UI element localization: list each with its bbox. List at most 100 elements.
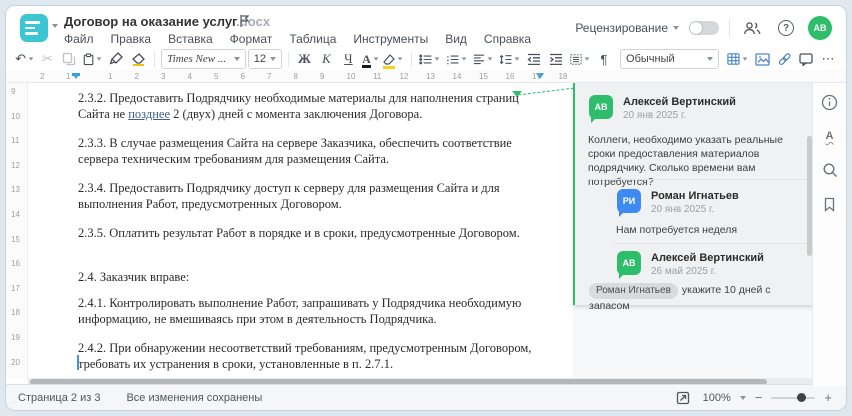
decrease-indent-button[interactable] [524,49,544,69]
ruler-number: 9 [11,87,16,96]
menu-table[interactable]: Таблица [289,32,336,46]
user-avatar[interactable]: АВ [808,16,832,40]
vertical-ruler[interactable]: 9 10 11 12 13 14 15 16 17 18 19 20 [6,83,28,379]
tracked-change-text[interactable]: позднее [128,107,170,121]
ruler-number: 18 [11,308,20,318]
ruler-number: 9 [320,72,325,81]
ruler-number: 12 [399,72,409,81]
menu-insert[interactable]: Вставка [168,32,213,46]
zoom-in-button[interactable]: + [824,390,832,405]
bullet-list-button[interactable] [417,49,442,69]
cut-button[interactable]: ✂ [37,49,57,69]
menu-view[interactable]: Вид [445,32,467,46]
fit-width-icon[interactable] [672,387,694,409]
insert-image-button[interactable] [752,49,772,69]
paragraph-2-4-2[interactable]: 2.4.2. При обнаружении несоответствий тр… [78,340,541,372]
bookmark-icon[interactable] [819,193,841,215]
font-family-select[interactable]: Times New ... [161,49,246,69]
paragraph-style-select[interactable]: Обычный [620,49,720,69]
indent-marker-left[interactable] [72,73,80,79]
menu-bar: Файл Правка Вставка Формат Таблица Инстр… [64,32,531,46]
insert-table-button[interactable] [725,49,750,69]
help-icon[interactable]: ? [774,16,798,40]
comment-thread[interactable]: АВ Алексей Вертинский 20 янв 2025 г. Кол… [573,83,818,312]
ruler-number: 2 [40,72,45,81]
copy-button[interactable] [59,49,79,69]
clear-style-button[interactable] [128,49,148,69]
format-painter-button[interactable] [106,49,126,69]
numbered-list-button[interactable] [444,49,469,69]
paragraph-2-4[interactable]: 2.4. Заказчик вправе: [78,269,541,285]
zoom-level[interactable]: 100% [703,392,731,404]
ruler-number: 11 [373,72,382,81]
ruler-number: 15 [479,72,488,81]
horizontal-ruler[interactable]: 2 1 1 2 3 4 5 6 7 8 9 10 11 12 13 14 15 16 17 18 [6,70,846,83]
highlight-color-button[interactable] [382,49,404,69]
review-toggle[interactable] [689,21,719,35]
menu-help[interactable]: Справка [484,32,531,46]
review-chevron-down-icon [673,26,679,30]
ruler-number: 4 [187,72,192,81]
font-color-button[interactable]: А [360,49,380,69]
paragraph-2-4-1[interactable]: 2.4.1. Контролировать выполнение Работ, … [78,295,541,327]
comment-text: Коллеги, необходимо указать реальные сро… [588,134,783,188]
menu-format[interactable]: Формат [230,32,273,46]
search-icon[interactable] [819,159,841,181]
insert-link-button[interactable] [774,49,794,69]
insert-comment-button[interactable] [796,49,816,69]
italic-button[interactable]: К [316,49,336,69]
zoom-slider-thumb[interactable] [796,393,806,402]
comment-divider [587,179,810,180]
menu-edit[interactable]: Правка [111,32,152,46]
ruler-number: 2 [134,72,139,81]
line-spacing-button[interactable] [497,49,522,69]
font-family-value: Times New ... [167,53,227,65]
document-info-icon[interactable] [819,91,841,113]
bold-button[interactable]: Ж [294,49,314,69]
document-text[interactable]: 2.3.2. Предоставить Подрядчику необходим… [78,90,541,385]
ruler-number: 11 [11,136,20,146]
paragraph-2-3-3[interactable]: 2.3.3. В случае размещения Сайта на серв… [78,135,541,167]
zoom-chevron-down-icon[interactable] [739,395,746,400]
paragraph-2-3-4[interactable]: 2.3.4. Предоставить Подрядчику доступ к … [78,180,541,212]
comments-panel: АВ Алексей Вертинский 20 янв 2025 г. Кол… [573,83,818,386]
more-tools-button[interactable]: ⋯ [818,49,838,69]
comment-date: 20 янв 2025 г. [623,110,687,121]
align-button[interactable] [471,49,495,69]
paragraph-2-3-2[interactable]: 2.3.2. Предоставить Подрядчику необходим… [78,90,541,122]
ruler-number: 20 [11,357,20,367]
increase-indent-button[interactable] [546,49,566,69]
document-canvas[interactable]: 2.3.2. Предоставить Подрядчику необходим… [6,83,846,386]
document-title-text: Договор на оказание услуг [64,14,237,29]
zoom-slider[interactable] [771,393,816,402]
ruler-number: 19 [11,333,20,342]
right-sidebar: А [812,83,846,386]
ruler-number: 5 [214,72,219,81]
review-mode-label: Рецензирование [575,21,668,35]
favorite-flag-icon[interactable] [238,14,251,28]
app-logo-icon[interactable] [20,14,48,42]
underline-button[interactable]: Ч [338,49,358,69]
paste-button[interactable] [81,49,104,69]
status-bar: Страница 2 из 3 Все изменения сохранены … [6,384,846,410]
spellcheck-icon[interactable]: А [819,125,841,147]
review-mode-dropdown[interactable]: Рецензирование [575,21,679,35]
ruler-number: 16 [11,259,20,269]
logo-chevron-down-icon[interactable] [52,24,58,28]
paragraph-borders-button[interactable] [568,49,592,69]
comment-author: Роман Игнатьев [651,190,739,202]
font-size-select[interactable]: 12 [247,49,282,69]
page-indicator[interactable]: Страница 2 из 3 [18,392,100,404]
header: Договор на оказание услуг.docx Файл Прав… [6,6,846,48]
mention-badge[interactable]: Роман Игнатьев [589,283,678,299]
menu-tools[interactable]: Инструменты [353,32,428,46]
menu-file[interactable]: Файл [64,32,94,46]
paragraph-2-3-5[interactable]: 2.3.5. Оплатить результат Работ в порядк… [78,225,541,241]
undo-button[interactable]: ↶ [14,49,35,69]
header-divider [729,19,730,37]
collaborators-icon[interactable] [740,16,764,40]
ruler-number: 7 [267,72,272,81]
zoom-out-button[interactable]: − [755,390,763,405]
comment-date: 26 май 2025 г. [651,266,716,277]
show-paragraph-marks-button[interactable]: ¶ [594,49,614,69]
